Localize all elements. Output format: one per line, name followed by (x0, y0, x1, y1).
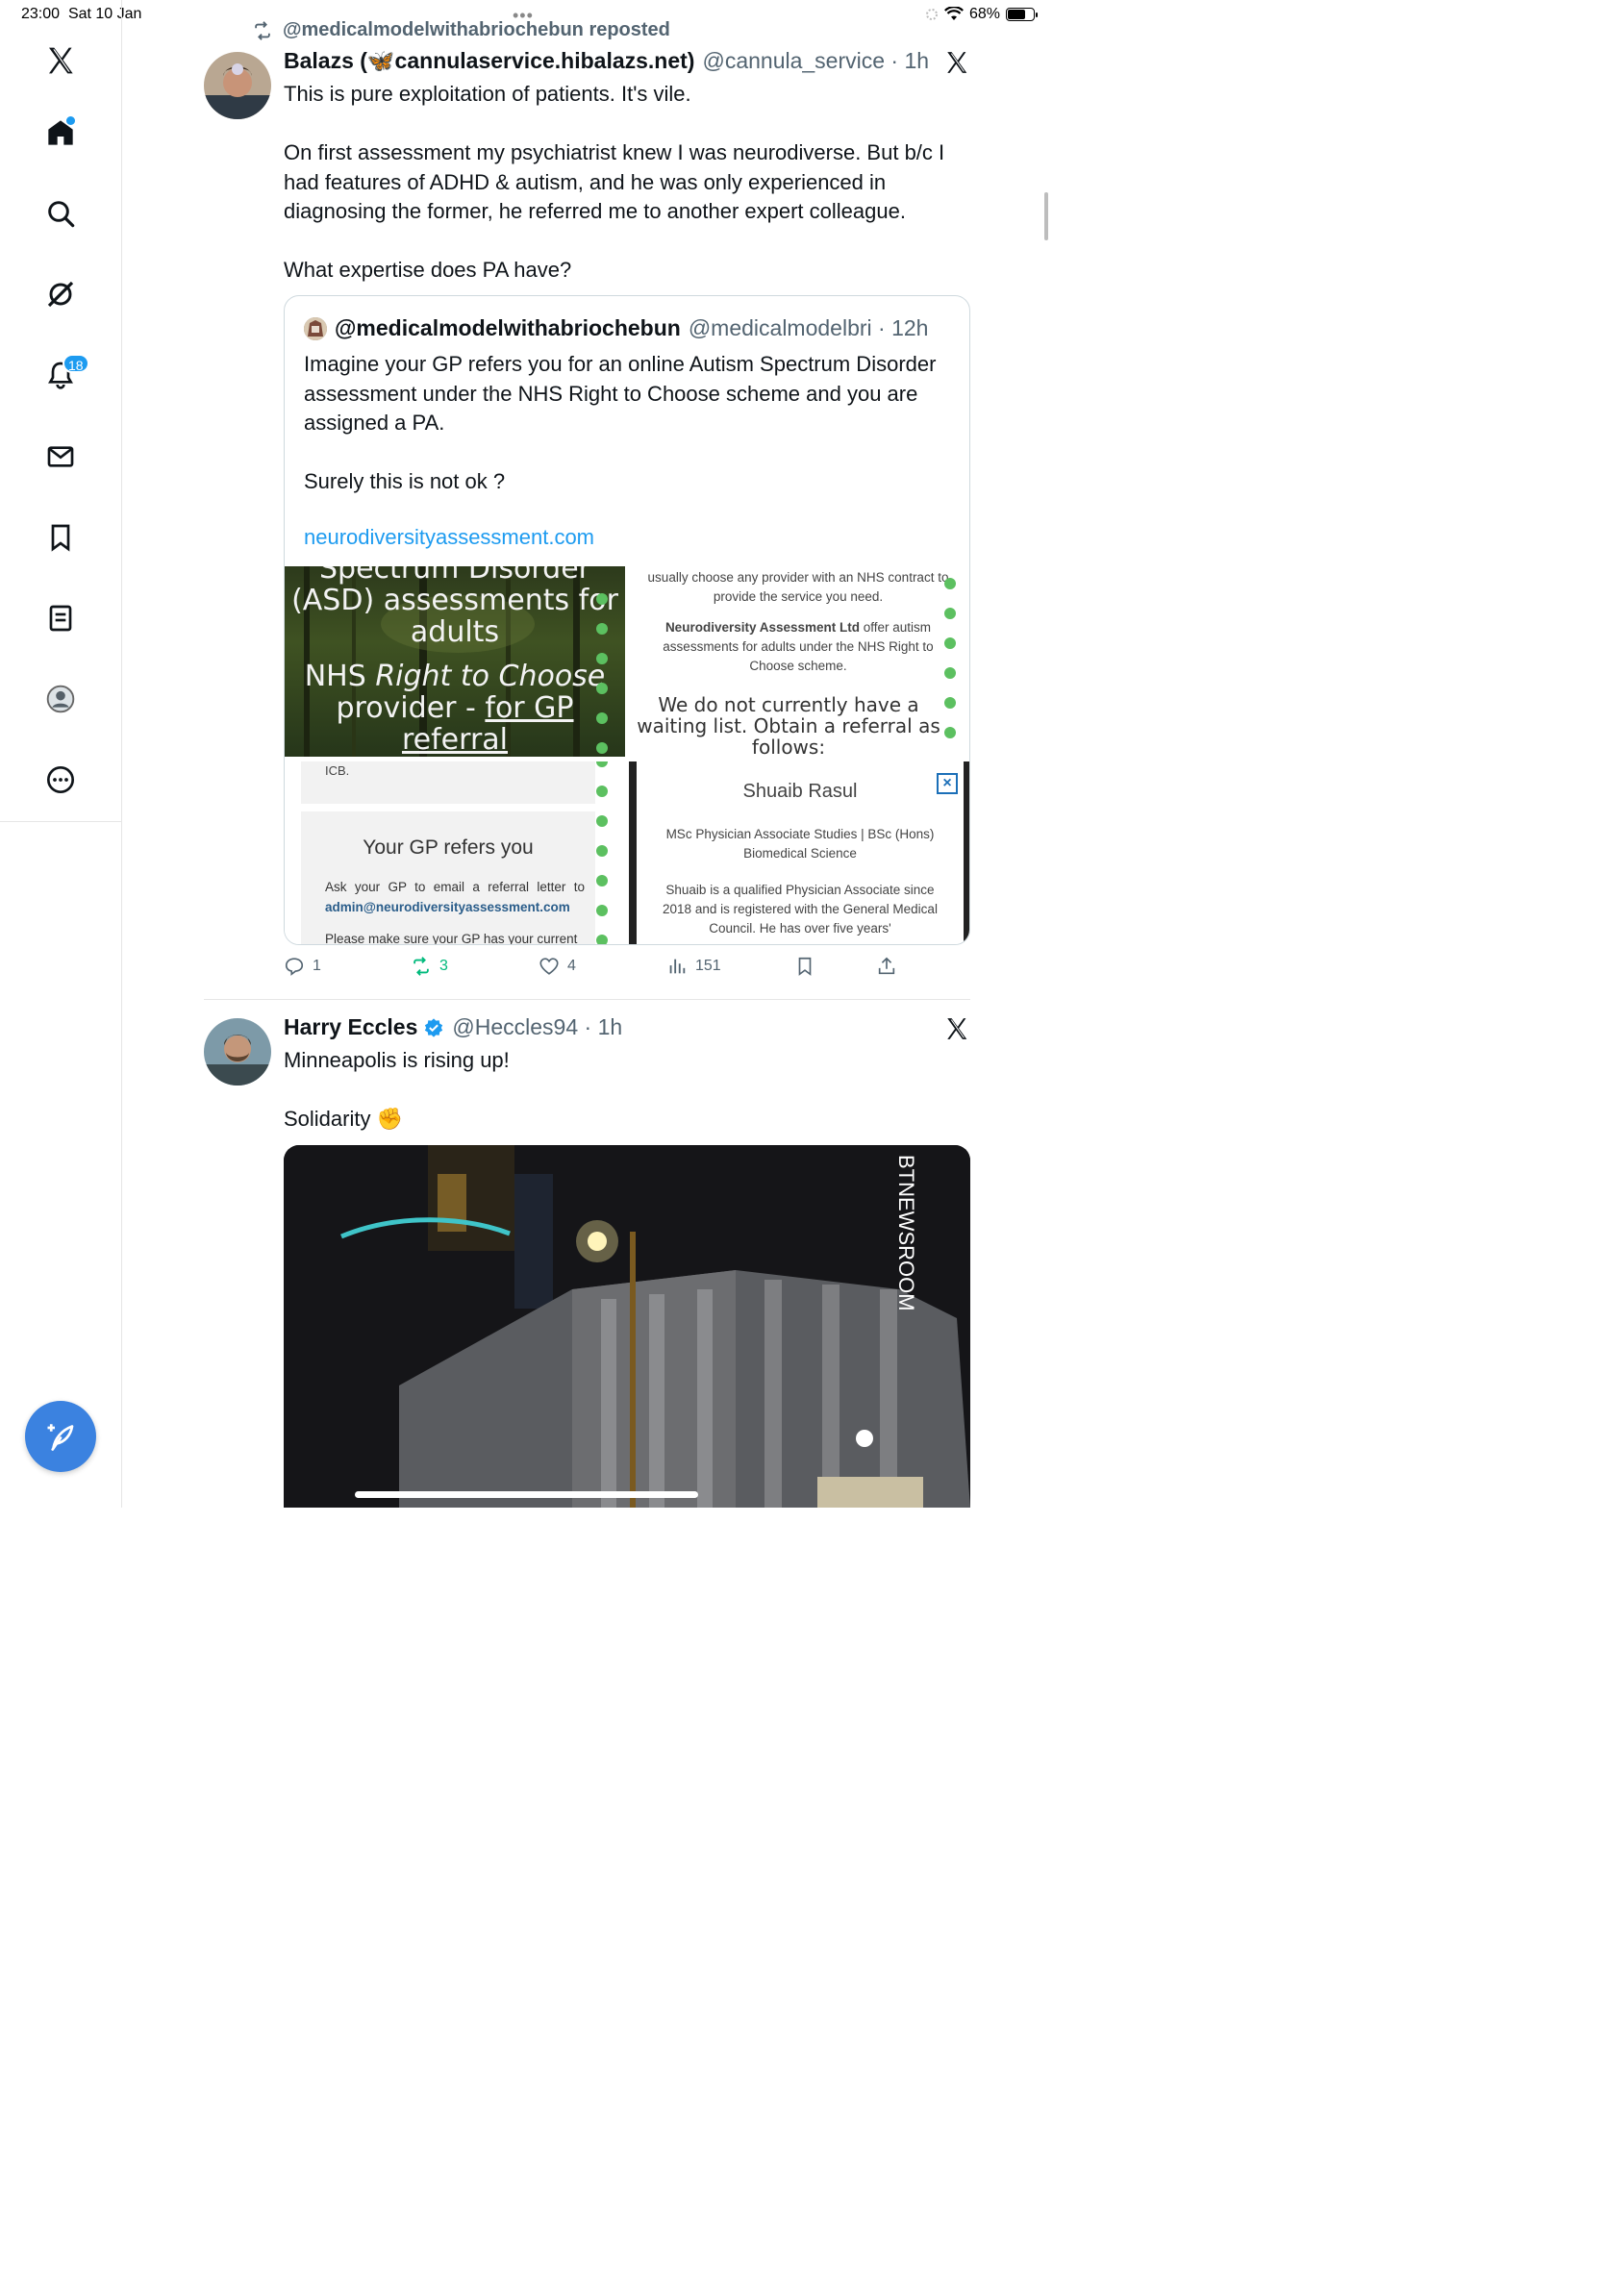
avatar[interactable] (204, 1018, 271, 1086)
author-name[interactable]: Balazs (🦋cannulaservice.hibalazs.net) (284, 48, 694, 74)
status-indicators: 68% (925, 6, 1038, 23)
x-logo-icon[interactable] (944, 1016, 969, 1041)
grok-icon[interactable] (38, 272, 83, 316)
quote-avatar[interactable] (304, 316, 327, 340)
repost-count: 3 (439, 958, 448, 974)
compose-feather-icon (47, 1424, 74, 1451)
green-dots (596, 593, 608, 757)
reply-count: 1 (313, 958, 321, 974)
notifications-badge: 18 (63, 354, 89, 373)
battery-icon (1006, 8, 1038, 21)
like-button[interactable]: 4 (539, 956, 576, 977)
repost-button[interactable]: 3 (411, 956, 448, 977)
media4-border-right (964, 761, 969, 944)
author-handle[interactable]: @Heccles94 · 1h (452, 1014, 622, 1040)
quote-tweet[interactable]: @medicalmodelwithabriochebun @medicalmod… (284, 295, 970, 945)
tweet-text: This is pure exploitation of patients. I… (284, 82, 945, 282)
heart-icon (539, 958, 559, 975)
media1-rtc: Right to Choose (375, 660, 606, 693)
sidebar: 18 (0, 0, 122, 1508)
bookmark-button[interactable] (794, 956, 815, 977)
home-notification-dot (66, 116, 75, 125)
x-logo-icon[interactable] (38, 38, 83, 83)
tweet-divider (204, 999, 970, 1000)
more-icon[interactable] (38, 758, 83, 802)
tweet-header: Harry Eccles @Heccles94 · 1h (284, 1014, 622, 1040)
media3-title: Your GP refers you (363, 836, 534, 859)
video-watermark: BTNEWSROOM (894, 1155, 918, 1311)
bookmark-icon (798, 957, 812, 976)
media3-text2: Please make sure your GP has your curren… (325, 932, 578, 945)
views-button[interactable]: 151 (666, 956, 721, 977)
x-logo-icon[interactable] (944, 50, 969, 75)
media4-bio: Shuaib is a qualified Physician Associat… (663, 883, 938, 936)
media1-subheading: NHS Right to Choose provider - for GP re… (285, 661, 625, 756)
quote-link[interactable]: neurodiversityassessment.com (304, 525, 594, 550)
quote-image-2[interactable]: usually choose any provider with an NHS … (625, 566, 969, 757)
repost-icon (414, 957, 429, 976)
avatar[interactable] (204, 52, 271, 119)
profile-icon[interactable] (38, 677, 83, 721)
quote-author-handle[interactable]: @medicalmodelbri · 12h (689, 315, 929, 341)
media2-big-text: We do not currently have a waiting list.… (637, 693, 940, 757)
repost-label: @medicalmodelwithabriochebun reposted (283, 19, 670, 40)
watermark-text: BTNEWSROOM (894, 1155, 918, 1311)
video-player[interactable]: BTNEWSROOM (284, 1145, 970, 1508)
repost-icon (255, 20, 270, 40)
video-frame (284, 1145, 970, 1508)
media4-quals: MSc Physician Associate Studies | BSc (H… (665, 827, 935, 861)
activity-icon (925, 9, 938, 20)
view-count: 151 (695, 958, 721, 974)
sidebar-divider (0, 821, 122, 822)
media3-icb: ICB. (325, 763, 350, 778)
media4-name: Shuaib Rasul (742, 781, 858, 802)
media3-text: Ask your GP to email a referral letter t… (325, 877, 585, 917)
search-icon[interactable] (38, 191, 83, 236)
media2-company: Neurodiversity Assessment Ltd (664, 620, 861, 635)
tweet-header: Balazs (🦋cannulaservice.hibalazs.net) @c… (284, 48, 929, 74)
wifi-icon (943, 7, 964, 20)
quote-text: Imagine your GP refers you for an online… (304, 352, 937, 493)
quote-author-name[interactable]: @medicalmodelwithabriochebun (335, 315, 681, 341)
media2-text1: usually choose any provider with an NHS … (647, 570, 949, 604)
home-icon[interactable] (38, 111, 83, 155)
share-icon (878, 957, 895, 975)
repost-context[interactable]: @medicalmodelwithabriochebun reposted (252, 19, 670, 41)
tweet-text: Minneapolis is rising up! Solidarity ✊ (284, 1048, 510, 1131)
media1-provider: provider - (336, 691, 486, 725)
quote-image-1[interactable]: Spectrum Disorder (ASD) assessments for … (285, 566, 625, 757)
notifications-bell-icon[interactable]: 18 (38, 353, 89, 397)
author-handle[interactable]: @cannula_service · 1h (702, 48, 929, 74)
author-name[interactable]: Harry Eccles (284, 1014, 417, 1040)
media1-heading: Spectrum Disorder (ASD) assessments for … (291, 566, 618, 649)
quote-image-3[interactable]: ICB. Your GP refers you Ask your GP to e… (285, 761, 625, 945)
media2-text2: Neurodiversity Assessment Ltd offer auti… (644, 618, 952, 676)
quote-image-4[interactable]: × Shuaib Rasul MSc Physician Associate S… (629, 761, 969, 944)
compose-button[interactable] (25, 1401, 96, 1472)
reply-icon (285, 958, 304, 976)
reply-button[interactable]: 1 (284, 956, 321, 977)
battery-percent: 68% (968, 6, 1000, 22)
tweet-actions: 1 3 4 151 (284, 956, 970, 983)
views-chart-icon (669, 959, 686, 974)
bookmark-icon[interactable] (38, 515, 83, 560)
share-button[interactable] (876, 956, 897, 977)
verified-badge-icon (425, 1017, 443, 1037)
home-indicator[interactable] (355, 1491, 698, 1498)
quote-header: @medicalmodelwithabriochebun @medicalmod… (304, 315, 928, 341)
mail-icon[interactable] (38, 435, 83, 479)
green-dots (944, 578, 956, 757)
media3-email: admin@neurodiversityassessment.com (325, 900, 570, 914)
green-dots (596, 761, 608, 944)
like-count: 4 (567, 958, 576, 974)
media3-instruction: Ask your GP to email a referral letter t… (325, 880, 585, 894)
scrollbar[interactable] (1044, 192, 1048, 240)
media1-nhs: NHS (304, 660, 376, 693)
media4-border-left (629, 761, 637, 944)
lists-icon[interactable] (38, 596, 83, 640)
